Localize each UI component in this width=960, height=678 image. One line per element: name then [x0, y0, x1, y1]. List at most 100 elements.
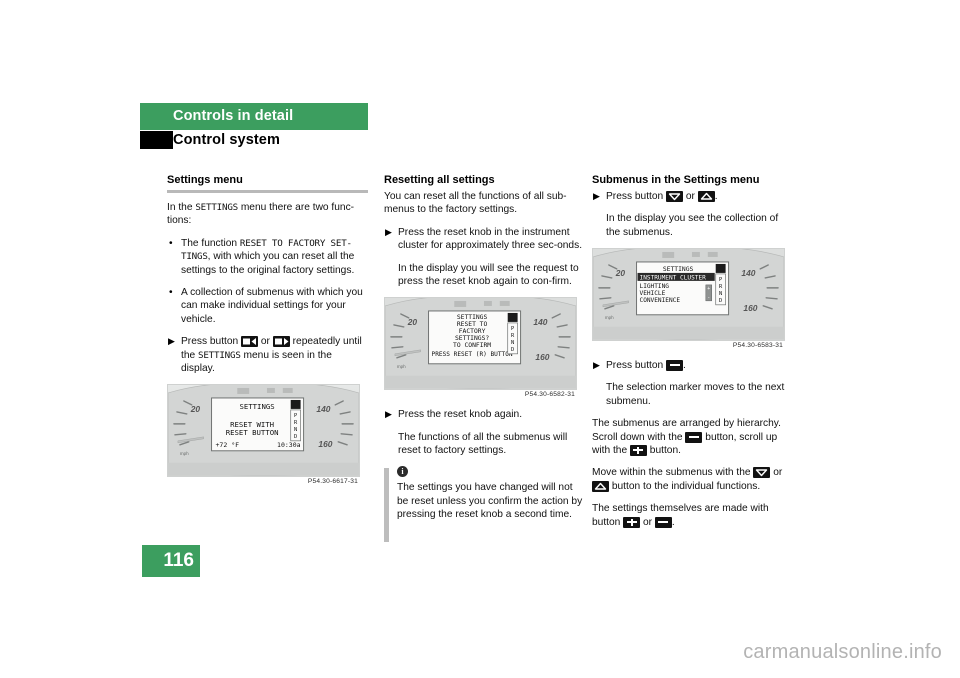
left-intro-code: SETTINGS [195, 202, 238, 213]
left-heading: Settings menu [167, 174, 243, 186]
svg-text:140: 140 [316, 404, 330, 414]
section-title: Control system [173, 132, 280, 148]
triangle-bullet-icon: ▶ [168, 336, 175, 347]
svg-text:RESET TO: RESET TO [457, 321, 488, 328]
svg-text:N: N [294, 427, 297, 433]
svg-text:D: D [719, 298, 722, 304]
column-left: Settings menu In the SETTINGS menu there… [167, 174, 368, 495]
svg-text:D: D [511, 347, 514, 353]
figure-settings-reset-confirm: 20 mph 140 160 SETTINGS RESET TO FACTORY… [384, 297, 577, 398]
svg-text:10:30a: 10:30a [277, 441, 301, 449]
button-down-chevron-icon [753, 467, 771, 479]
svg-text:160: 160 [535, 352, 549, 362]
svg-text:P: P [719, 277, 722, 283]
middle-step-2-text: Press the reset knob again. [398, 409, 523, 421]
svg-text:20: 20 [190, 404, 201, 414]
middle-step-2: ▶ Press the reset knob again. The functi… [384, 408, 585, 457]
manual-page: Controls in detail Control system Settin… [0, 0, 960, 678]
note-text: The settings you have changed will not b… [397, 482, 583, 521]
left-step-or: or [260, 336, 270, 348]
svg-text:SETTINGS: SETTINGS [663, 266, 694, 273]
button-plus-icon [623, 516, 641, 528]
right-step-2-text: Press button . [606, 359, 793, 372]
heading-rule [167, 190, 368, 193]
right-para-2: Move within the submenus with the or but… [592, 466, 793, 493]
figure-caption: P54.30-6582-31 [524, 391, 575, 399]
svg-text:N: N [511, 340, 514, 346]
figure-caption: P54.30-6583-31 [732, 341, 783, 349]
info-icon: i [397, 466, 408, 478]
svg-text:mph: mph [397, 364, 406, 369]
left-bullet-1-b: , with which you can reset all the setti… [181, 251, 355, 276]
svg-text:P: P [511, 326, 514, 332]
svg-text:CONVENIENCE: CONVENIENCE [640, 297, 681, 304]
page-number: 116 [142, 545, 200, 577]
svg-text:140: 140 [533, 317, 547, 327]
button-right-arrow-icon [272, 336, 290, 348]
svg-text:mph: mph [180, 451, 189, 456]
site-watermark: carmanualsonline.info [743, 641, 942, 663]
left-bullet-2-text: A collection of submenus with which you … [181, 287, 363, 325]
svg-text:LIGHTING: LIGHTING [640, 283, 670, 290]
right-para-2-or: or [773, 467, 783, 479]
middle-step-1-result: In the display you will see the request … [398, 262, 579, 288]
figure-settings-reset-with-button: 20 mph 140 160 SETTINGS RESET WITH RESET… [167, 384, 360, 485]
instrument-cluster-image: 20 mph 140 160 SET [592, 248, 785, 341]
svg-text:SETTINGS?: SETTINGS? [455, 335, 489, 342]
button-up-chevron-icon [592, 480, 609, 492]
right-para-2-b: button to the individual functions. [611, 480, 761, 492]
svg-text:20: 20 [615, 268, 626, 278]
figure-caption: P54.30-6617-31 [307, 478, 358, 486]
middle-intro: You can reset all the functions of all s… [384, 191, 567, 216]
right-step-2: ▶ Press button . The selection marker mo… [592, 359, 793, 408]
section-marker-tab [140, 131, 173, 149]
button-down-chevron-icon [666, 191, 684, 202]
triangle-bullet-icon: ▶ [385, 226, 392, 237]
svg-text:TO CONFIRM: TO CONFIRM [453, 342, 491, 349]
right-para-3-or: or [643, 516, 653, 528]
svg-text:-: - [707, 295, 710, 301]
svg-text:VEHICLE: VEHICLE [640, 290, 666, 297]
svg-text:SETTINGS: SETTINGS [457, 314, 488, 321]
button-minus-icon [666, 359, 684, 371]
chapter-header-band: Controls in detail [140, 103, 368, 130]
note-accent-bar [384, 468, 389, 543]
right-para-3-a: The settings themselves are made with bu… [592, 503, 769, 528]
svg-text:D: D [294, 434, 297, 440]
right-para-1-c: button. [649, 444, 681, 456]
note-block: i The settings you have changed will not… [384, 466, 585, 543]
right-para-2-a: Move within the submenus with the [592, 467, 751, 479]
button-minus-icon [654, 516, 672, 528]
svg-text:FACTORY: FACTORY [459, 328, 486, 335]
svg-text:N: N [719, 291, 722, 297]
right-step-1-end: . [714, 191, 718, 202]
svg-text:20: 20 [407, 317, 418, 327]
middle-step-2-result: The functions of all the submenus will r… [398, 431, 568, 456]
svg-text:P: P [294, 413, 297, 419]
right-step-1: ▶ Press button or . In the display you s… [592, 190, 793, 239]
left-bullet-1-text: The function RESET TO FACTORY SET-TINGS,… [181, 237, 368, 277]
svg-text:140: 140 [741, 268, 755, 278]
svg-text:SETTINGS: SETTINGS [239, 402, 274, 411]
right-step-2-a: Press button [606, 359, 664, 371]
right-para-3-end: . [671, 516, 675, 528]
left-bullet-1: • The function RESET TO FACTORY SET-TING… [167, 237, 368, 277]
right-step-1-or: or [685, 191, 695, 202]
bullet-dot-icon: • [169, 237, 173, 249]
button-minus-icon [685, 431, 703, 443]
middle-step-1-text: Press the reset knob in the instrument c… [398, 226, 583, 252]
bullet-dot-icon: • [169, 287, 173, 299]
instrument-cluster-image: 20 mph 140 160 SET [384, 297, 577, 391]
svg-text:RESET BUTTON: RESET BUTTON [226, 428, 279, 437]
right-step-2-end: . [683, 359, 686, 371]
triangle-bullet-icon: ▶ [593, 359, 600, 370]
button-up-chevron-icon [697, 191, 715, 202]
chapter-title: Controls in detail [173, 108, 294, 124]
right-para-1: The submenus are arranged by hierarchy. … [592, 417, 793, 457]
button-left-arrow-icon [241, 336, 259, 348]
svg-text:+: + [707, 286, 710, 292]
svg-text:+72 °F: +72 °F [216, 441, 240, 449]
triangle-bullet-icon: ▶ [385, 409, 392, 420]
figure-settings-submenus: 20 mph 140 160 SETTINGS INSTRUMENT CLUST… [592, 248, 785, 349]
right-step-1-a: Press button [606, 191, 664, 202]
